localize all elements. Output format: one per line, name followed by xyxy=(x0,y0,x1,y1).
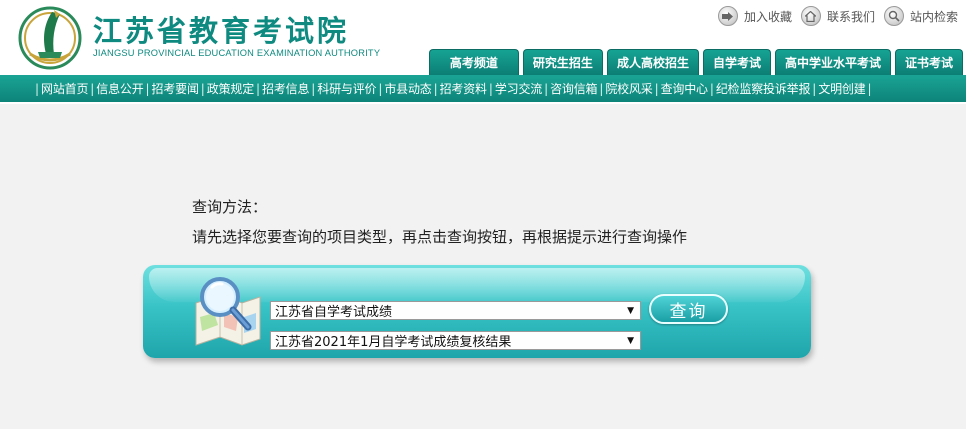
main-nav: | 网站首页 | 信息公开 | 招考要闻 | 政策规定 | 招考信息 | 科研与… xyxy=(0,75,966,102)
nav-item-schools[interactable]: 院校风采 xyxy=(605,80,652,97)
instruction-text: 请先选择您要查询的项目类型，再点击查询按钮，再根据提示进行查询操作 xyxy=(192,228,688,246)
nav-separator: | xyxy=(90,81,95,96)
nav-item-exam-info[interactable]: 招考信息 xyxy=(262,80,309,97)
nav-item-exchange[interactable]: 学习交流 xyxy=(495,80,542,97)
instruction-title: 查询方法： xyxy=(192,198,268,216)
nav-item-news[interactable]: 招考要闻 xyxy=(152,80,199,97)
chevron-down-icon: ▼ xyxy=(627,335,634,346)
add-bookmark-label: 加入收藏 xyxy=(743,9,792,24)
nav-separator: | xyxy=(256,81,261,96)
magnifier-map-icon xyxy=(195,277,261,346)
nav-separator: | xyxy=(599,81,604,96)
nav-item-query-center[interactable]: 查询中心 xyxy=(661,80,708,97)
nav-separator: | xyxy=(35,81,40,96)
logo-emblem-icon xyxy=(18,6,82,70)
contact-us-label: 联系我们 xyxy=(826,9,875,24)
search-icon xyxy=(883,6,904,26)
nav-item-local-news[interactable]: 市县动态 xyxy=(384,80,431,97)
nav-separator: | xyxy=(654,81,659,96)
nav-separator: | xyxy=(433,81,438,96)
query-item-select[interactable]: 江苏省2021年1月自学考试成绩复核结果 ▼ xyxy=(270,331,641,350)
tab-gaokao[interactable]: 高考频道 xyxy=(428,49,519,75)
query-item-value: 江苏省2021年1月自学考试成绩复核结果 xyxy=(275,335,512,350)
nav-item-home[interactable]: 网站首页 xyxy=(41,80,88,97)
site-search-label: 站内检索 xyxy=(909,9,958,24)
add-bookmark-link[interactable]: 加入收藏 xyxy=(717,6,792,26)
query-category-value: 江苏省自学考试成绩 xyxy=(275,305,393,320)
home-icon xyxy=(800,6,821,26)
nav-separator: | xyxy=(867,81,872,96)
nav-separator: | xyxy=(544,81,549,96)
channel-tabs: 高考频道 研究生招生 成人高校招生 自学考试 高中学业水平考试 证书考试 xyxy=(425,49,963,75)
top-links: 加入收藏 联系我们 站内检索 xyxy=(709,6,958,26)
tab-graduate[interactable]: 研究生招生 xyxy=(522,49,603,75)
nav-item-policy[interactable]: 政策规定 xyxy=(207,80,254,97)
nav-item-info-disclosure[interactable]: 信息公开 xyxy=(96,80,143,97)
site-title: 江苏省教育考试院 xyxy=(93,14,350,48)
site-subtitle: JIANGSU PROVINCIAL EDUCATION EXAMINATION… xyxy=(93,48,381,58)
chevron-down-icon: ▼ xyxy=(627,305,634,316)
nav-separator: | xyxy=(488,81,493,96)
nav-separator: | xyxy=(145,81,150,96)
nav-item-mailbox[interactable]: 咨询信箱 xyxy=(550,80,597,97)
tab-adult-college[interactable]: 成人高校招生 xyxy=(606,49,699,75)
tab-academic-proficiency[interactable]: 高中学业水平考试 xyxy=(774,49,891,75)
nav-separator: | xyxy=(812,81,817,96)
nav-item-complaints[interactable]: 纪检监察投诉举报 xyxy=(716,80,811,97)
nav-separator: | xyxy=(378,81,383,96)
nav-item-research[interactable]: 科研与评价 xyxy=(317,80,376,97)
nav-item-civilization[interactable]: 文明创建 xyxy=(818,80,865,97)
query-button[interactable]: 查询 xyxy=(649,294,728,324)
tab-self-study[interactable]: 自学考试 xyxy=(702,49,771,75)
nav-separator: | xyxy=(311,81,316,96)
tab-certificate[interactable]: 证书考试 xyxy=(894,49,963,75)
nav-separator: | xyxy=(709,81,714,96)
query-category-select[interactable]: 江苏省自学考试成绩 ▼ xyxy=(270,301,641,320)
nav-separator: | xyxy=(200,81,205,96)
site-search-link[interactable]: 站内检索 xyxy=(883,6,958,26)
contact-us-link[interactable]: 联系我们 xyxy=(800,6,875,26)
bookmark-icon xyxy=(717,6,738,26)
query-panel: 江苏省自学考试成绩 ▼ 江苏省2021年1月自学考试成绩复核结果 ▼ 查询 xyxy=(143,265,811,358)
site-header: 江苏省教育考试院 JIANGSU PROVINCIAL EDUCATION EX… xyxy=(0,0,966,104)
nav-item-materials[interactable]: 招考资料 xyxy=(440,80,487,97)
